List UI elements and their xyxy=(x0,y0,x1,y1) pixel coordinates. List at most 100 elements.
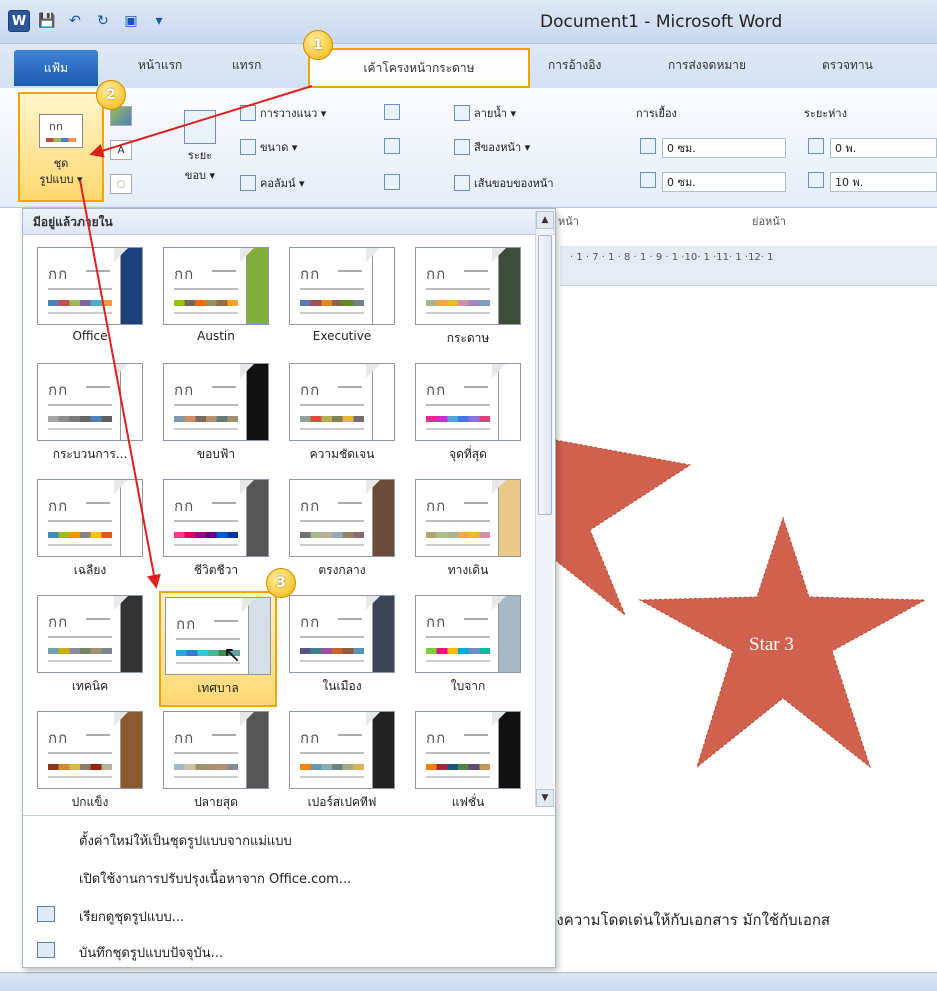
theme-tile[interactable]: กก กระดาษ xyxy=(411,243,529,359)
theme-name: ขอบฟ้า xyxy=(196,447,236,461)
preview-heading: กก xyxy=(174,729,195,747)
preview-line xyxy=(426,312,490,314)
theme-tile[interactable]: กก Office xyxy=(33,243,151,359)
theme-preview: กก xyxy=(37,247,143,325)
preview-line xyxy=(300,776,364,778)
ribbon-tabs: แฟ้ม หน้าแรก แทรก เค้าโครงหน้ากระดาษ การ… xyxy=(0,44,937,88)
gallery-scrollbar[interactable]: ▲ ▼ xyxy=(535,211,554,807)
horizontal-ruler: · 1 · 7 · 1 · 8 · 1 · 9 · 1 ·10· 1 ·11· … xyxy=(560,246,937,286)
theme-preview: กก xyxy=(289,247,395,325)
theme-tile[interactable]: กก กระบวนการ... xyxy=(33,359,151,475)
theme-name: ตรงกลาง xyxy=(318,563,366,577)
tab-home[interactable]: หน้าแรก xyxy=(138,56,182,75)
page-background-group-label: หน้า xyxy=(558,215,579,228)
print-preview-icon[interactable]: ▣ xyxy=(120,10,142,32)
scroll-thumb[interactable] xyxy=(538,235,552,515)
word-app-icon[interactable]: W xyxy=(8,10,30,32)
page-corner xyxy=(114,712,128,726)
preview-line xyxy=(176,638,240,640)
indent-left-field[interactable]: 0 ซม. xyxy=(662,138,786,158)
color-swatch xyxy=(48,300,112,306)
hyphenation-button[interactable] xyxy=(384,174,400,190)
step-badge-3: 3 xyxy=(266,568,296,598)
preview-line xyxy=(212,270,236,272)
page-corner xyxy=(492,364,506,378)
page-corner xyxy=(492,480,506,494)
star-3-label: Star 3 xyxy=(749,634,794,655)
customize-toolbar-icon[interactable]: ▾ xyxy=(148,10,170,32)
orientation-button[interactable]: การวางแนว ▾ xyxy=(240,104,326,122)
theme-effects-button[interactable]: ○ xyxy=(110,174,132,194)
tab-review[interactable]: ตรวจทาน xyxy=(822,56,873,75)
theme-tile[interactable]: กก เฉลียง xyxy=(33,475,151,591)
tab-file[interactable]: แฟ้ม xyxy=(14,50,98,86)
theme-tile[interactable]: กก ตรงกลาง xyxy=(285,475,403,591)
margins-button[interactable]: ระยะ ขอบ ▾ xyxy=(184,110,216,184)
theme-tile[interactable]: กก ความชัดเจน xyxy=(285,359,403,475)
watermark-button[interactable]: ลายน้ำ ▾ xyxy=(454,104,516,122)
size-button[interactable]: ขนาด ▾ xyxy=(240,138,297,156)
theme-tile[interactable]: กกขอบฟ้า xyxy=(159,359,277,475)
page-color-button[interactable]: สีของหน้า ▾ xyxy=(454,138,530,156)
document-page[interactable] xyxy=(560,286,937,966)
theme-tile[interactable]: กก Executive xyxy=(285,243,403,359)
undo-icon[interactable]: ↶ xyxy=(64,10,86,32)
preview-line xyxy=(300,404,364,406)
preview-line xyxy=(174,752,238,754)
preview-line xyxy=(464,618,488,620)
theme-tile[interactable]: กก เปอร์สเปคทีฟ xyxy=(285,707,403,823)
theme-fonts-button[interactable]: A xyxy=(110,140,132,160)
themes-button[interactable]: nn ชุด รูปแบบ ▾ xyxy=(18,92,104,202)
redo-icon[interactable]: ↻ xyxy=(92,10,114,32)
theme-tile[interactable]: กก ปลายสุด xyxy=(159,707,277,823)
page-color-label: สีของหน้า ▾ xyxy=(474,141,531,154)
spacing-before-field[interactable]: 0 พ. xyxy=(830,138,937,158)
scroll-down-icon[interactable]: ▼ xyxy=(536,789,554,807)
preview-line xyxy=(338,270,362,272)
line-numbers-button[interactable] xyxy=(384,138,400,154)
indent-right-icon xyxy=(640,172,656,188)
spacing-after-field[interactable]: 10 พ. xyxy=(830,172,937,192)
theme-tile[interactable]: กก ทางเดิน xyxy=(411,475,529,591)
page-corner xyxy=(366,364,380,378)
page-corner xyxy=(240,712,254,726)
tab-insert[interactable]: แทรก xyxy=(232,56,261,75)
tab-references[interactable]: การอ้างอิง xyxy=(548,56,601,75)
spacing-after-icon xyxy=(808,172,824,188)
breaks-button[interactable] xyxy=(384,104,400,120)
preview-heading: กก xyxy=(426,729,447,747)
preview-line xyxy=(86,386,110,388)
theme-tile[interactable]: กก ปกแข็ง xyxy=(33,707,151,823)
theme-name: Office xyxy=(72,329,108,343)
preview-heading: กก xyxy=(174,381,195,399)
menu-reset-theme[interactable]: ตั้งค่าใหม่ให้เป็นชุดรูปแบบจากแม่แบบ xyxy=(79,830,292,851)
preview-line xyxy=(300,428,364,430)
save-icon[interactable]: 💾 xyxy=(36,10,58,32)
preview-line xyxy=(174,288,238,290)
preview-line xyxy=(300,544,364,546)
columns-button[interactable]: คอลัมน์ ▾ xyxy=(240,174,305,192)
preview-line xyxy=(48,404,112,406)
tab-mailings[interactable]: การส่งจดหมาย xyxy=(668,56,746,75)
theme-tile[interactable]: กก แฟชั่น xyxy=(411,707,529,823)
menu-browse-themes[interactable]: เรียกดูชุดรูปแบบ... xyxy=(79,906,184,927)
theme-tile[interactable]: กก ชีวิตชีวา xyxy=(159,475,277,591)
page-borders-button[interactable]: เส้นขอบของหน้า xyxy=(454,174,554,192)
theme-tile[interactable]: กก เทคนิค xyxy=(33,591,151,707)
indent-right-field[interactable]: 0 ซม. xyxy=(662,172,786,192)
theme-name: ใบจาก xyxy=(450,679,486,693)
theme-preview: กก xyxy=(163,711,269,789)
preview-line xyxy=(426,636,490,638)
theme-name: ชีวิตชีวา xyxy=(193,563,239,577)
preview-line xyxy=(426,520,490,522)
menu-save-theme[interactable]: บันทึกชุดรูปแบบปัจจุบัน... xyxy=(79,942,223,963)
menu-enable-updates[interactable]: เปิดใช้งานการปรับปรุงเนื้อหาจาก Office.c… xyxy=(79,868,351,889)
theme-tile[interactable]: กก ในเมือง xyxy=(285,591,403,707)
preview-heading: กก xyxy=(48,265,69,283)
theme-tile[interactable]: กก เทศบาล ↖ xyxy=(159,591,277,707)
tab-page-layout[interactable]: เค้าโครงหน้ากระดาษ xyxy=(308,48,530,88)
scroll-up-icon[interactable]: ▲ xyxy=(536,211,554,229)
theme-tile[interactable]: กก ใบจาก xyxy=(411,591,529,707)
theme-tile[interactable]: กก Austin xyxy=(159,243,277,359)
theme-tile[interactable]: กก จุดที่สุด xyxy=(411,359,529,475)
